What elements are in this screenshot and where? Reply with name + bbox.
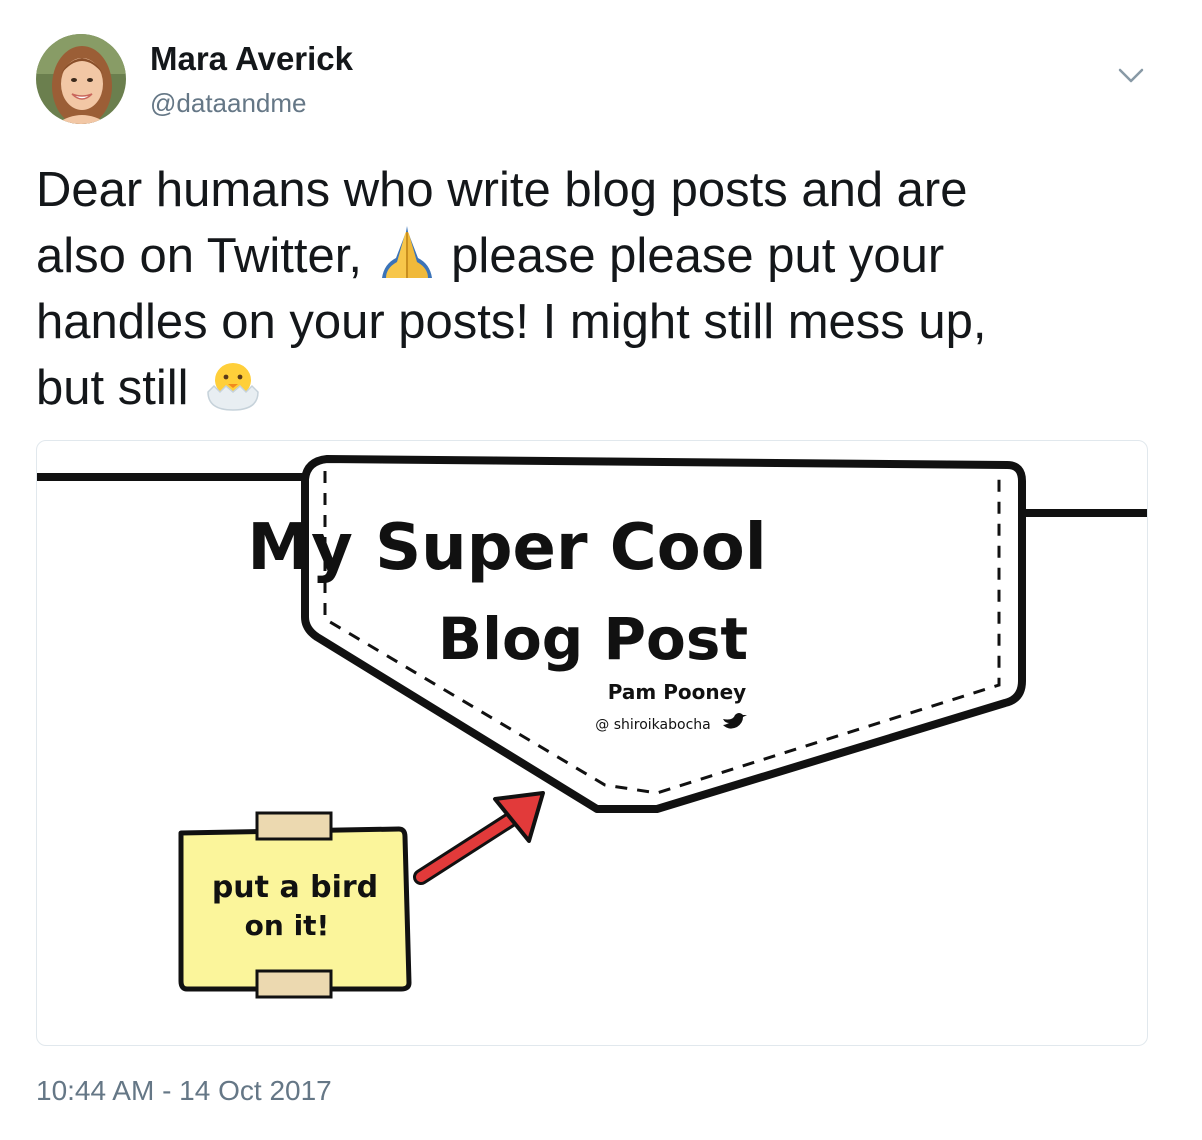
tweet-timestamp[interactable]: 10:44 AM - 14 Oct 2017 bbox=[36, 1075, 332, 1107]
note-line2: on it! bbox=[245, 909, 330, 942]
avatar[interactable] bbox=[36, 34, 126, 124]
chevron-down-icon[interactable] bbox=[1116, 64, 1146, 88]
tweet-text: Dear humans who write blog posts and are… bbox=[36, 157, 1166, 421]
note-line1: put a bird bbox=[212, 870, 378, 905]
illustration-title-line2: Blog Post bbox=[438, 605, 748, 673]
avatar-image bbox=[36, 34, 126, 124]
folded-hands-emoji bbox=[376, 224, 438, 280]
tape-bottom bbox=[255, 969, 333, 999]
hatching-chick-emoji bbox=[202, 356, 264, 412]
tape-top bbox=[255, 811, 333, 841]
blog-post-illustration: My Super Cool Blog Post Pam Pooney @ shi… bbox=[37, 455, 1147, 999]
media-image[interactable]: My Super Cool Blog Post Pam Pooney @ shi… bbox=[36, 440, 1148, 1046]
author-handle[interactable]: @dataandme bbox=[150, 88, 307, 119]
illustration-handle: @ shiroikabocha bbox=[595, 717, 710, 733]
sticky-note: put a bird on it! bbox=[178, 811, 412, 999]
illustration-title-line1: My Super Cool bbox=[247, 511, 766, 585]
tweet-header: Mara Averick @dataandme bbox=[36, 34, 1166, 130]
author-name[interactable]: Mara Averick bbox=[150, 40, 353, 78]
illustration-author: Pam Pooney bbox=[608, 680, 746, 704]
red-arrow bbox=[413, 791, 545, 885]
